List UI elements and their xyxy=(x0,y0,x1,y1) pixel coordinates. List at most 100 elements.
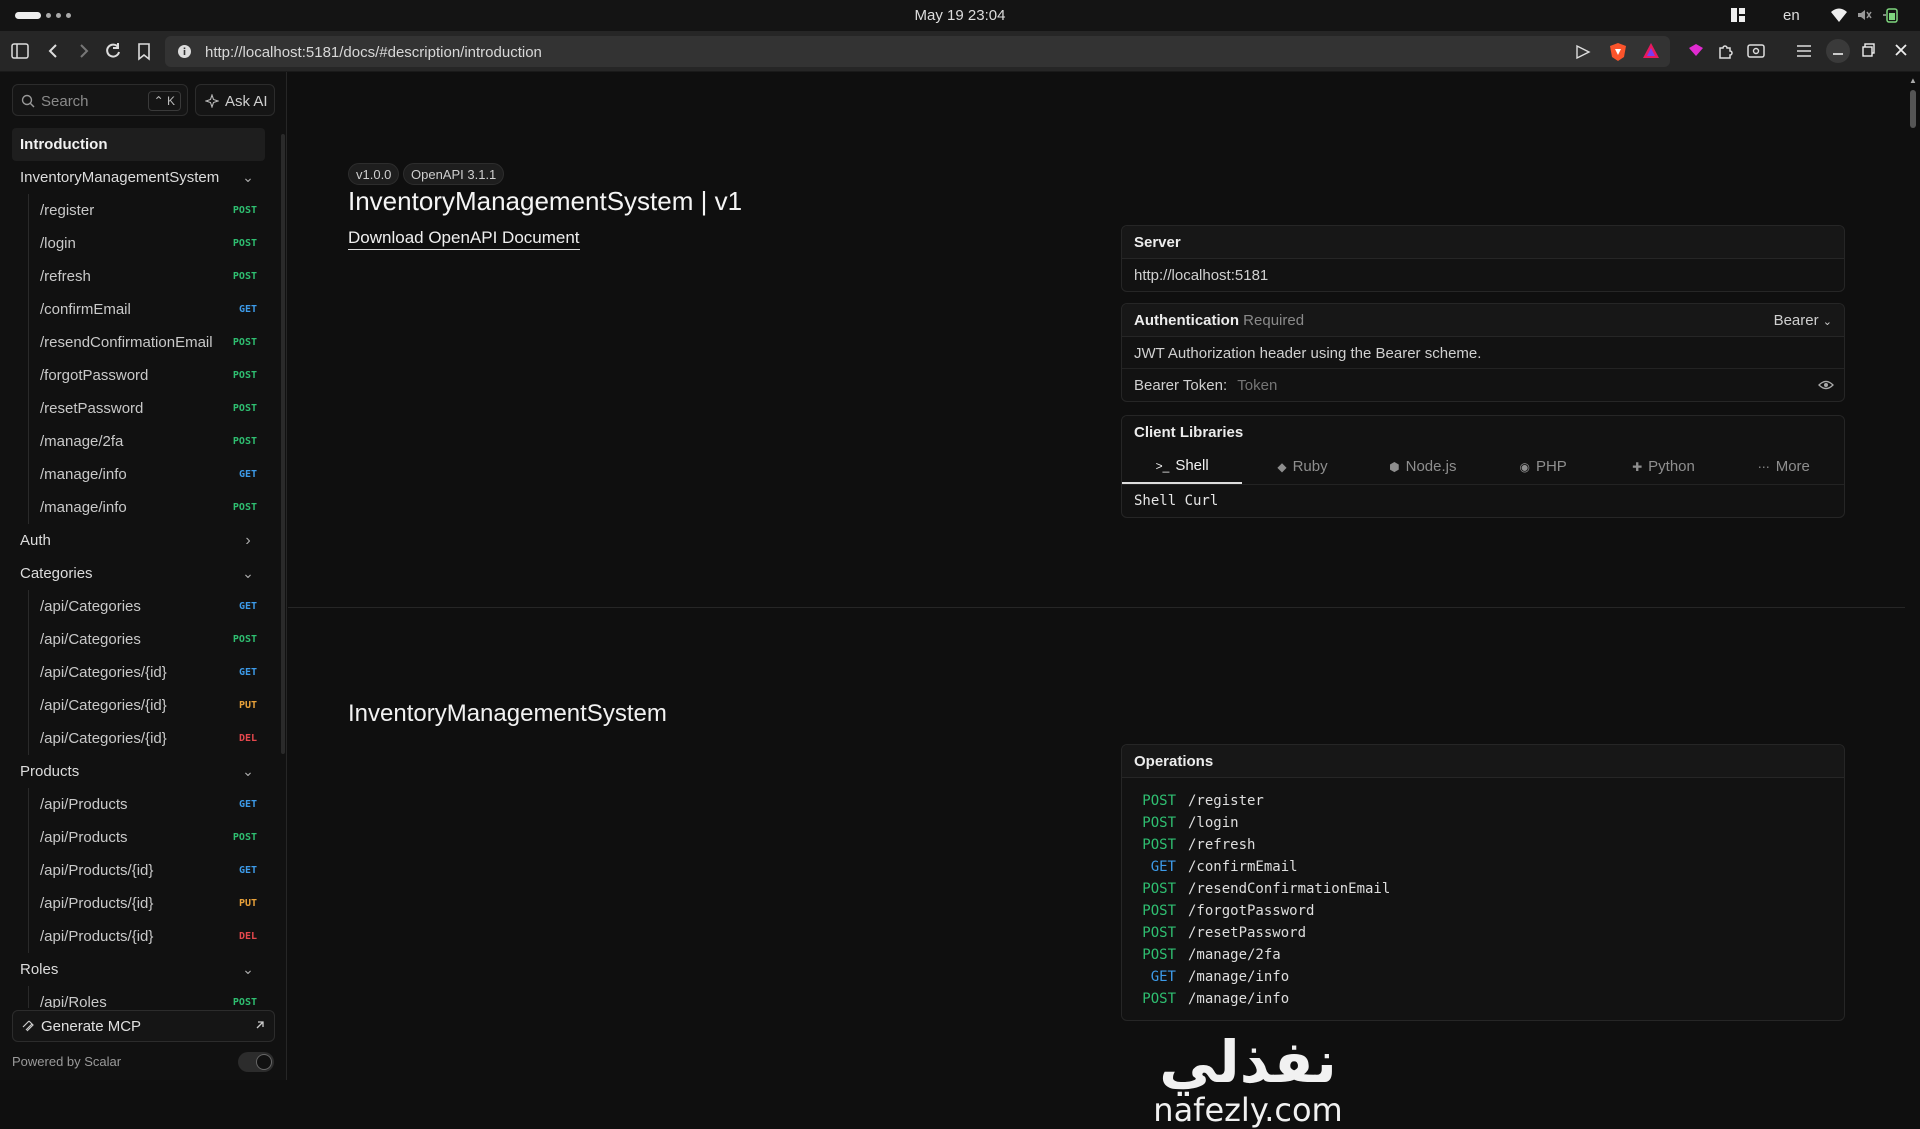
close-icon[interactable] xyxy=(1892,41,1910,59)
minimize-icon[interactable] xyxy=(1826,39,1850,63)
sidebar-endpoint-post-manage-info[interactable]: /manage/info POST xyxy=(12,491,265,524)
maximize-icon[interactable] xyxy=(1860,41,1878,59)
sidebar-item-label: /forgotPassword xyxy=(40,367,149,384)
powered-by-scalar[interactable]: Powered by Scalar xyxy=(12,1054,121,1069)
nodejs-icon: ⬢ xyxy=(1389,459,1400,474)
site-info-icon[interactable] xyxy=(177,44,192,59)
sidebar-scrollbar[interactable] xyxy=(281,134,285,754)
language-indicator[interactable]: en xyxy=(1783,7,1800,24)
sidebar-endpoint-post-resetpassword[interactable]: /resetPassword POST xyxy=(12,392,265,425)
sidebar-item-label: /api/Products/{id} xyxy=(40,895,154,912)
sidebar-endpoint-post-refresh[interactable]: /refresh POST xyxy=(12,260,265,293)
layout-icon[interactable] xyxy=(1730,7,1746,23)
tab-search-icon[interactable] xyxy=(1746,41,1766,61)
operation-item[interactable]: GET/confirmEmail xyxy=(1122,856,1844,878)
tab-node-js[interactable]: ⬢ Node.js xyxy=(1363,449,1483,484)
sidebar-item-introduction[interactable]: Introduction xyxy=(12,128,265,161)
operation-item[interactable]: POST/login xyxy=(1122,812,1844,834)
brave-rewards-icon[interactable] xyxy=(1642,42,1660,60)
address-bar[interactable]: http://localhost:5181/docs/#description/… xyxy=(165,36,1670,67)
tab-python[interactable]: ✚ Python xyxy=(1603,449,1723,484)
menu-icon[interactable] xyxy=(1794,41,1814,61)
sidebar-endpoint-get-api-products[interactable]: /api/Products GET xyxy=(12,788,265,821)
volume-muted-icon[interactable] xyxy=(1856,7,1872,23)
sidebar-item-label: Products xyxy=(20,763,80,780)
sidebar-endpoint-del-api-categories-id[interactable]: /api/Categories/{id} DEL xyxy=(12,722,265,755)
chevron-down-icon[interactable]: ⌄ xyxy=(241,565,255,582)
sidebar-endpoint-post-api-categories[interactable]: /api/Categories POST xyxy=(12,623,265,656)
operation-item[interactable]: POST/resetPassword xyxy=(1122,922,1844,944)
tab-ruby[interactable]: ◆ Ruby xyxy=(1242,449,1362,484)
page-scrollbar[interactable]: ▲ xyxy=(1906,72,1920,1080)
brave-shield-icon[interactable] xyxy=(1609,42,1627,62)
scroll-up-icon[interactable]: ▲ xyxy=(1909,76,1917,85)
url-text[interactable]: http://localhost:5181/docs/#description/… xyxy=(205,44,542,61)
chevron-down-icon[interactable]: ⌄ xyxy=(241,961,255,978)
ruby-icon: ◆ xyxy=(1277,459,1287,474)
operation-method: POST xyxy=(1142,815,1176,831)
page-scrollbar-thumb[interactable] xyxy=(1910,90,1916,128)
chevron-down-icon: ⌄ xyxy=(1822,316,1832,328)
sidebar-endpoint-put-api-products-id[interactable]: /api/Products/{id} PUT xyxy=(12,887,265,920)
extensions-icon[interactable] xyxy=(1716,41,1736,61)
tab-php[interactable]: ◉ PHP xyxy=(1483,449,1603,484)
bookmark-icon[interactable] xyxy=(134,41,154,61)
sidebar-toggle-icon[interactable] xyxy=(10,41,30,61)
method-badge: PUT xyxy=(238,898,257,909)
forward-icon[interactable] xyxy=(73,41,93,61)
operation-method: GET xyxy=(1150,969,1176,985)
sidebar-group-roles[interactable]: Roles ⌄ xyxy=(12,953,265,986)
sidebar-group-categories[interactable]: Categories ⌄ xyxy=(12,557,265,590)
sidebar-endpoint-get-confirmemail[interactable]: /confirmEmail GET xyxy=(12,293,265,326)
sidebar-endpoint-get-manage-info[interactable]: /manage/info GET xyxy=(12,458,265,491)
chevron-down-icon[interactable]: ⌄ xyxy=(241,763,255,780)
sidebar-endpoint-post-forgotpassword[interactable]: /forgotPassword POST xyxy=(12,359,265,392)
battery-icon[interactable] xyxy=(1882,7,1900,23)
operation-path: /manage/info xyxy=(1188,969,1290,985)
download-openapi-link[interactable]: Download OpenAPI Document xyxy=(348,228,580,250)
tab-shell[interactable]: >_ Shell xyxy=(1122,449,1243,484)
operation-item[interactable]: POST/resendConfirmationEmail xyxy=(1122,878,1844,900)
bearer-token-input[interactable] xyxy=(1237,377,1798,394)
operation-item[interactable]: POST/manage/2fa xyxy=(1122,944,1844,966)
search-input[interactable]: Search ⌃ K xyxy=(12,84,188,116)
server-url-select[interactable]: http://localhost:5181 xyxy=(1122,259,1844,291)
operation-path: /refresh xyxy=(1188,837,1256,853)
sidebar-endpoint-get-api-products-id[interactable]: /api/Products/{id} GET xyxy=(12,854,265,887)
back-icon[interactable] xyxy=(44,41,64,61)
operation-item[interactable]: POST/refresh xyxy=(1122,834,1844,856)
ask-ai-button[interactable]: Ask AI xyxy=(195,84,275,116)
sidebar-group-inventorymanagementsystem[interactable]: InventoryManagementSystem ⌄ xyxy=(12,161,265,194)
method-badge: POST xyxy=(232,271,257,282)
sidebar-endpoint-get-api-categories[interactable]: /api/Categories GET xyxy=(12,590,265,623)
operation-item[interactable]: POST/register xyxy=(1122,790,1844,812)
send-icon[interactable] xyxy=(1575,44,1591,60)
sidebar-endpoint-post-login[interactable]: /login POST xyxy=(12,227,265,260)
sidebar-endpoint-post-manage-2fa[interactable]: /manage/2fa POST xyxy=(12,425,265,458)
operation-item[interactable]: POST/forgotPassword xyxy=(1122,900,1844,922)
sidebar-endpoint-post-register[interactable]: /register POST xyxy=(12,194,265,227)
sidebar-group-auth[interactable]: Auth › xyxy=(12,524,265,557)
method-badge: POST xyxy=(232,337,257,348)
auth-scheme-select[interactable]: Bearer ⌄ xyxy=(1774,312,1832,329)
operation-item[interactable]: POST/manage/info xyxy=(1122,988,1844,1010)
chevron-down-icon[interactable]: ⌄ xyxy=(241,169,255,186)
operation-item[interactable]: GET/manage/info xyxy=(1122,966,1844,988)
generate-mcp-button[interactable]: Generate MCP xyxy=(12,1010,275,1042)
reload-icon[interactable] xyxy=(103,41,123,61)
wifi-icon[interactable] xyxy=(1830,7,1848,23)
sidebar-endpoint-del-api-products-id[interactable]: /api/Products/{id} DEL xyxy=(12,920,265,953)
sidebar-endpoint-post-api-roles[interactable]: /api/Roles POST xyxy=(12,986,265,1008)
tab-more[interactable]: ⋯ More xyxy=(1724,449,1844,484)
sidebar-group-products[interactable]: Products ⌄ xyxy=(12,755,265,788)
dark-mode-toggle[interactable] xyxy=(238,1052,274,1072)
eye-icon[interactable] xyxy=(1818,378,1834,392)
clock[interactable]: May 19 23:04 xyxy=(0,7,1920,24)
sidebar-endpoint-post-api-products[interactable]: /api/Products POST xyxy=(12,821,265,854)
sidebar-endpoint-get-api-categories-id[interactable]: /api/Categories/{id} GET xyxy=(12,656,265,689)
chevron-right-icon[interactable]: › xyxy=(241,532,255,550)
sidebar-endpoint-put-api-categories-id[interactable]: /api/Categories/{id} PUT xyxy=(12,689,265,722)
sidebar-endpoint-post-resendconfirmationemail[interactable]: /resendConfirmationEmail POST xyxy=(12,326,265,359)
nafezly-watermark: نفذلي nafezly.com xyxy=(1138,1032,1358,1128)
wallet-icon[interactable] xyxy=(1686,41,1706,61)
